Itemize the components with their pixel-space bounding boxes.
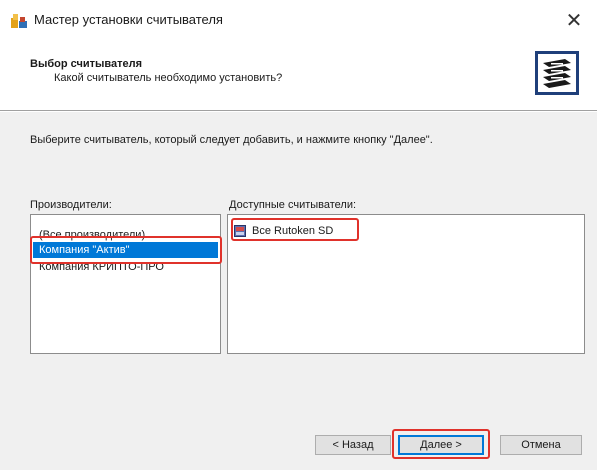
manufacturers-list[interactable]: (Все производители) Компания "Актив" Ком… xyxy=(30,214,221,354)
reader-label: Все Rutoken SD xyxy=(252,225,334,237)
header-separator xyxy=(0,110,597,112)
close-icon: ✕ xyxy=(565,8,583,32)
page-subtitle: Какой считыватель необходимо установить? xyxy=(54,72,283,84)
instruction-text: Выберите считыватель, который следует до… xyxy=(30,134,433,146)
next-button[interactable]: Далее > xyxy=(398,435,484,455)
card-reader-stack-icon xyxy=(535,51,579,95)
list-item-aktiv[interactable]: Компания "Актив" xyxy=(33,242,218,258)
list-item-rutoken-sd[interactable]: Все Rutoken SD xyxy=(234,223,333,239)
readers-label: Доступные считыватели: xyxy=(229,199,357,211)
title-bar: Мастер установки считывателя ✕ xyxy=(0,0,597,40)
window-title: Мастер установки считывателя xyxy=(34,12,223,27)
page-title: Выбор считывателя xyxy=(30,58,143,70)
wizard-header: Выбор считывателя Какой считыватель необ… xyxy=(0,40,597,110)
back-button[interactable]: < Назад xyxy=(315,435,391,455)
list-item-all-manufacturers[interactable]: (Все производители) xyxy=(33,228,218,242)
reader-device-icon xyxy=(234,225,246,237)
close-button[interactable]: ✕ xyxy=(551,0,597,40)
manufacturers-label: Производители: xyxy=(30,199,112,211)
wizard-app-icon xyxy=(11,14,27,28)
list-item-cryptopro[interactable]: Компания КРИПТО-ПРО xyxy=(33,260,218,274)
cancel-button[interactable]: Отмена xyxy=(500,435,582,455)
readers-list[interactable]: Все Rutoken SD xyxy=(227,214,585,354)
installer-window: Мастер установки считывателя ✕ Выбор счи… xyxy=(0,0,597,470)
